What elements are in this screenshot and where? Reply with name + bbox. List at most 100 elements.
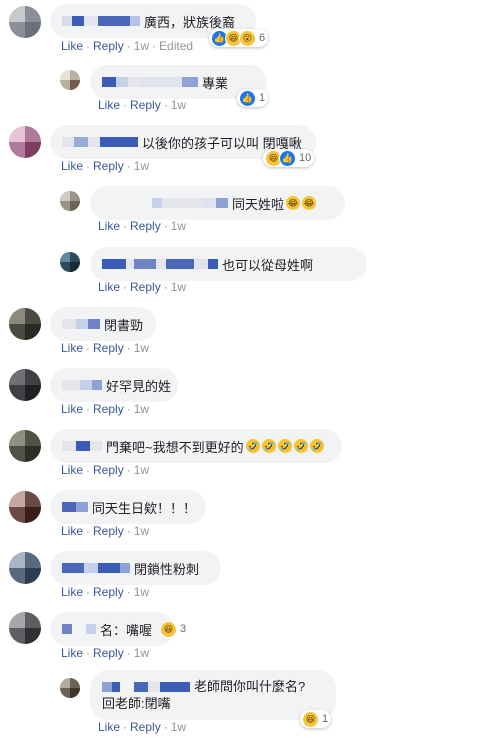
reply-link[interactable]: Reply	[93, 524, 124, 538]
reaction-summary[interactable]: 😆 👍 10	[263, 149, 315, 167]
timestamp[interactable]: 1w	[134, 585, 149, 599]
timestamp[interactable]: 1w	[134, 402, 149, 416]
comment-text: 同天姓啦	[232, 196, 285, 212]
avatar[interactable]	[9, 552, 41, 584]
commenter-name[interactable]	[62, 502, 88, 512]
reaction-count: 3	[180, 623, 187, 635]
commenter-name[interactable]	[102, 681, 190, 692]
comment-bubble: 好罕見的姓	[50, 368, 178, 402]
reaction-summary[interactable]: 👍 1	[237, 89, 269, 107]
avatar[interactable]	[9, 612, 41, 644]
like-link[interactable]: Like	[98, 98, 120, 112]
comment-text-line2: 回老師:閉嘴	[102, 696, 171, 711]
timestamp[interactable]: 1w	[171, 219, 186, 233]
avatar[interactable]	[60, 678, 80, 698]
like-link[interactable]: Like	[61, 585, 83, 599]
timestamp[interactable]: 1w	[134, 524, 149, 538]
comment-text: 名：嘴喔	[100, 622, 153, 638]
reaction-count: 1	[259, 92, 266, 104]
avatar[interactable]	[9, 6, 41, 38]
like-link[interactable]: Like	[61, 646, 83, 660]
avatar[interactable]	[9, 369, 41, 401]
wow-icon: 😮	[239, 29, 256, 47]
like-link[interactable]: Like	[98, 219, 120, 233]
timestamp[interactable]: 1w	[134, 39, 149, 53]
reply-link[interactable]: Reply	[130, 98, 161, 112]
timestamp[interactable]: 1w	[134, 646, 149, 660]
commenter-name[interactable]	[62, 16, 140, 26]
reply-link[interactable]: Reply	[130, 720, 161, 734]
comment-bubble: 也可以從母姓啊	[90, 247, 367, 281]
comment-actions: Like · Reply · 1w	[98, 98, 187, 112]
comment-text: 好罕見的姓	[106, 378, 172, 394]
like-icon: 👍	[279, 149, 296, 167]
comment-text: 專業	[202, 75, 229, 91]
rofl-emoji: 🤣	[293, 439, 308, 453]
comment-actions: Like · Reply · 1w	[61, 524, 150, 538]
comment-bubble: 同天姓啦 😂 😂	[90, 186, 345, 220]
comment-text-line1: 老師問你叫什麼名?	[194, 679, 306, 694]
reply-link[interactable]: Reply	[93, 585, 124, 599]
reaction-summary[interactable]: 😆 3	[158, 620, 189, 638]
timestamp[interactable]: 1w	[171, 98, 186, 112]
like-link[interactable]: Like	[61, 402, 83, 416]
commenter-name[interactable]	[102, 77, 198, 87]
rofl-emoji: 🤣	[245, 439, 260, 453]
edited-label[interactable]: Edited	[159, 39, 193, 53]
comment-bubble: 名：嘴喔	[50, 612, 174, 646]
comment-actions: Like · Reply · 1w	[61, 463, 150, 477]
reply-link[interactable]: Reply	[93, 341, 124, 355]
comment-text: 廣西，狀族後裔	[144, 14, 236, 30]
haha-emoji: 😂	[302, 196, 317, 210]
avatar[interactable]	[9, 491, 41, 523]
commenter-name[interactable]	[102, 259, 218, 269]
commenter-name[interactable]	[102, 198, 228, 208]
commenter-name[interactable]	[62, 319, 100, 329]
like-link[interactable]: Like	[98, 720, 120, 734]
timestamp[interactable]: 1w	[134, 159, 149, 173]
reply-link[interactable]: Reply	[93, 463, 124, 477]
avatar[interactable]	[9, 126, 41, 158]
reply-link[interactable]: Reply	[130, 219, 161, 233]
avatar[interactable]	[60, 191, 80, 211]
like-link[interactable]: Like	[61, 39, 83, 53]
reaction-count: 10	[299, 152, 312, 164]
timestamp[interactable]: 1w	[171, 720, 186, 734]
comment-actions: Like · Reply · 1w · Edited	[61, 39, 194, 53]
avatar[interactable]	[60, 252, 80, 272]
reply-link[interactable]: Reply	[93, 646, 124, 660]
comment-actions: Like · Reply · 1w	[61, 402, 150, 416]
reaction-summary[interactable]: 👍 😆 😮 6	[209, 29, 269, 47]
like-link[interactable]: Like	[61, 524, 83, 538]
haha-icon: 😆	[160, 620, 177, 638]
comment-bubble: 老師問你叫什麼名? 回老師:閉嘴	[90, 670, 336, 720]
like-link[interactable]: Like	[61, 463, 83, 477]
commenter-name[interactable]	[62, 563, 130, 573]
timestamp[interactable]: 1w	[171, 280, 186, 294]
avatar[interactable]	[60, 70, 80, 90]
reply-link[interactable]: Reply	[93, 39, 124, 53]
rofl-emoji: 🤣	[277, 439, 292, 453]
commenter-name[interactable]	[62, 380, 102, 390]
reaction-count: 6	[259, 32, 266, 44]
like-link[interactable]: Like	[98, 280, 120, 294]
comment-bubble: 閉書勁	[50, 307, 156, 341]
timestamp[interactable]: 1w	[134, 463, 149, 477]
timestamp[interactable]: 1w	[134, 341, 149, 355]
reply-link[interactable]: Reply	[130, 280, 161, 294]
comment-text: 也可以從母姓啊	[222, 257, 314, 273]
comment-actions: Like · Reply · 1w	[61, 341, 150, 355]
like-link[interactable]: Like	[61, 341, 83, 355]
like-link[interactable]: Like	[61, 159, 83, 173]
avatar[interactable]	[9, 430, 41, 462]
like-icon: 👍	[239, 89, 256, 107]
comment-actions: Like · Reply · 1w	[98, 720, 187, 734]
commenter-name[interactable]	[62, 441, 102, 451]
reply-link[interactable]: Reply	[93, 159, 124, 173]
reaction-summary[interactable]: 😆 1	[300, 710, 332, 728]
reply-link[interactable]: Reply	[93, 402, 124, 416]
commenter-name[interactable]	[62, 137, 138, 147]
commenter-name[interactable]	[62, 624, 96, 634]
avatar[interactable]	[9, 308, 41, 340]
comment-bubble: 同天生日欸！！！	[50, 490, 206, 524]
